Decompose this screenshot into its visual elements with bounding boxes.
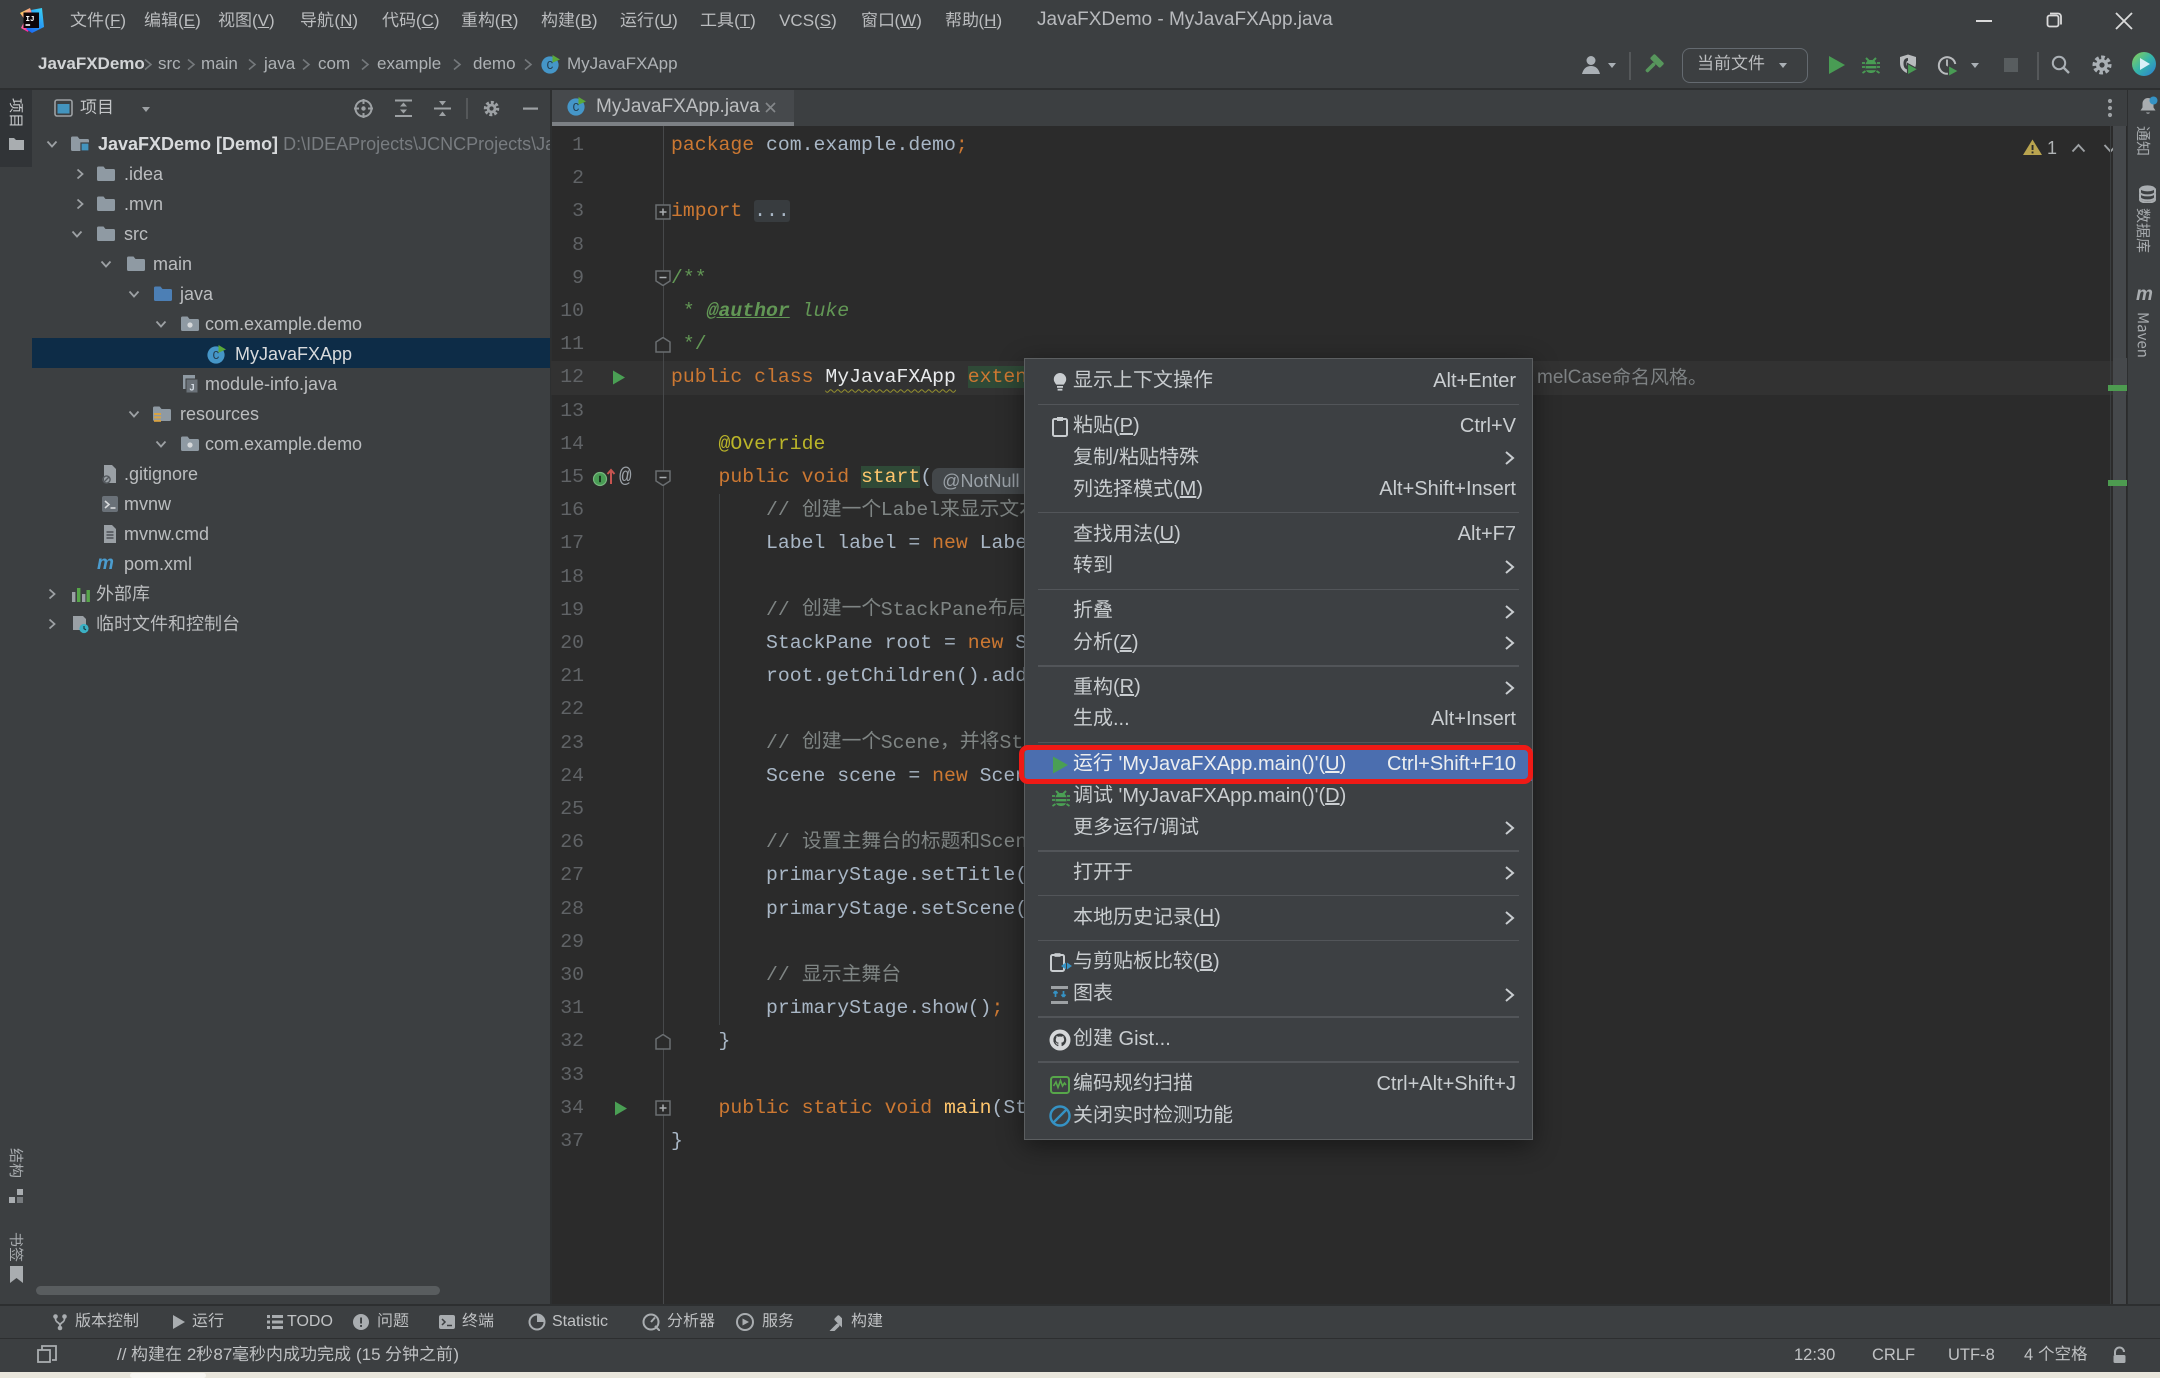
- svg-text:IJ: IJ: [26, 16, 35, 24]
- svg-text:C: C: [573, 102, 580, 115]
- svg-text:C: C: [213, 350, 220, 363]
- svg-text:J: J: [189, 382, 194, 392]
- svg-text:C: C: [547, 60, 554, 73]
